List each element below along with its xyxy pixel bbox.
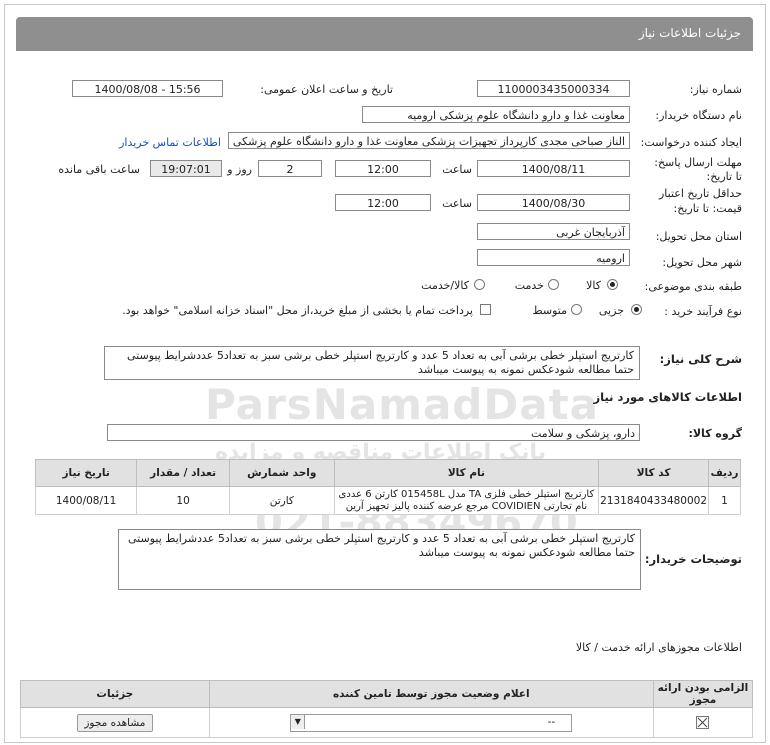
validity-time-field[interactable]: 12:00 xyxy=(335,194,431,211)
province-field[interactable]: آذربایجان غربی xyxy=(477,223,630,240)
permits-required-cell xyxy=(652,707,754,738)
buyer-contact-link[interactable]: اطلاعات تماس خریدار xyxy=(119,136,221,149)
validity-date-field[interactable]: 1400/08/30 xyxy=(477,194,630,211)
cross-icon xyxy=(698,717,708,728)
days-label: روز و xyxy=(227,163,252,176)
goods-row-index: 1 xyxy=(708,486,741,515)
reply-date-field[interactable]: 1400/08/11 xyxy=(477,160,630,177)
remaining-label: ساعت باقی مانده xyxy=(58,163,140,176)
goods-row-name-line1: کارتریج استپلر خطی فلزی TA مدل 015458L ک… xyxy=(338,488,595,500)
category-service-label: خدمت xyxy=(514,279,544,292)
announce-field[interactable]: 1400/08/08 - 15:56 xyxy=(72,80,223,97)
remaining-time-field: 19:07:01 xyxy=(150,160,222,177)
description-label: شرح کلی نیاز: xyxy=(659,352,742,366)
city-field[interactable]: ارومیه xyxy=(477,249,630,266)
category-service-radio[interactable] xyxy=(548,279,559,290)
permits-col-status: اعلام وضعیت مجوز توسط تامین کننده xyxy=(208,680,654,708)
category-goods-service-label: کالا/خدمت xyxy=(421,279,469,292)
goods-row-name: کارتریج استپلر خطی فلزی TA مدل 015458L ک… xyxy=(333,486,600,515)
permits-section-title: اطلاعات مجوزهای ارائه خدمت / کالا xyxy=(575,641,742,654)
buyer-org-label: نام دستگاه خریدار: xyxy=(655,109,742,122)
goods-group-label: گروه کالا: xyxy=(688,427,742,440)
goods-row-name-line2: نام تجارتی COVIDIEN مرجع عرضه کننده پالی… xyxy=(345,500,588,512)
buyer-notes-text: کارتریج استپلر خطی برشی آبی به تعداد 5 ع… xyxy=(118,529,641,590)
category-goods-service-radio[interactable] xyxy=(474,279,485,290)
days-field[interactable]: 2 xyxy=(258,160,322,177)
reply-time-field[interactable]: 12:00 xyxy=(335,160,431,177)
category-goods-label: کالا xyxy=(586,279,601,292)
page-title: جزئیات اطلاعات نیاز xyxy=(638,26,741,40)
goods-col-unit: واحد شمارش xyxy=(228,459,335,487)
permits-col-details: جزئیات xyxy=(20,680,210,708)
process-medium-radio[interactable] xyxy=(571,304,582,315)
reply-time-label: ساعت xyxy=(442,163,472,176)
permits-status-value: -- xyxy=(547,715,556,728)
goods-row-code: 2131840433480002 xyxy=(598,486,710,515)
need-number-field[interactable]: 1100003435000334 xyxy=(477,80,630,97)
category-label: طبقه بندی موضوعی: xyxy=(644,280,742,293)
goods-table-row[interactable]: 1 2131840433480002 کارتریج استپلر خطی فل… xyxy=(34,486,741,515)
permits-required-checkbox[interactable] xyxy=(696,716,710,729)
goods-row-date: 1400/08/11 xyxy=(34,486,138,515)
requester-field[interactable]: الناز صباحی مجدی کارپرداز تجهیزات پزشکی … xyxy=(228,132,630,149)
process-partial-label: جزیی xyxy=(598,304,624,317)
goods-col-index: ردیف xyxy=(708,459,741,487)
validity-label-1: حداقل تاریخ اعتبار xyxy=(658,187,742,200)
permits-status-select[interactable]: -- ▼ xyxy=(290,713,573,732)
goods-col-date: تاریخ نیاز xyxy=(34,459,138,487)
goods-row-qty: 10 xyxy=(136,486,230,515)
goods-row-unit: کارتن xyxy=(228,486,335,515)
goods-col-name: نام کالا xyxy=(333,459,600,487)
goods-table: ردیف کد کالا نام کالا واحد شمارش تعداد /… xyxy=(34,459,741,515)
process-partial-radio[interactable] xyxy=(631,304,642,315)
reply-deadline-label: مهلت ارسال پاسخ: تا تاریخ: xyxy=(654,156,742,183)
requester-label: ایجاد کننده درخواست: xyxy=(640,136,742,149)
treasury-payment-note: پرداخت تمام یا بخشی از مبلغ خرید،از محل … xyxy=(122,304,473,317)
buyer-org-field[interactable]: معاونت غذا و دارو دانشگاه علوم پزشکی ارو… xyxy=(362,106,630,123)
validity-time-label: ساعت xyxy=(442,197,472,210)
page-header: جزئیات اطلاعات نیاز xyxy=(16,17,753,51)
treasury-payment-checkbox[interactable] xyxy=(480,304,491,315)
goods-group-field[interactable]: دارو، پزشکی و سلامت xyxy=(107,424,640,441)
city-label: شهر محل تحویل: xyxy=(662,256,742,269)
permits-table: الزامی بودن ارائه مجوز اعلام وضعیت مجوز … xyxy=(20,680,754,738)
goods-col-qty: تعداد / مقدار xyxy=(136,459,230,487)
goods-section-title: اطلاعات کالاهای مورد نیاز xyxy=(593,390,742,404)
permits-table-row: -- ▼ مشاهده مجوز xyxy=(20,707,754,738)
permits-col-required: الزامی بودن ارائه مجوز xyxy=(652,680,754,708)
validity-label-2: قیمت: تا تاریخ: xyxy=(673,202,742,215)
description-text: کارتریج استپلر خطی برشی آبی به تعداد 5 ع… xyxy=(104,346,640,380)
process-label: نوع فرآیند خرید : xyxy=(664,305,742,318)
view-permit-button[interactable]: مشاهده مجوز xyxy=(76,713,153,732)
announce-label: تاریخ و ساعت اعلان عمومی: xyxy=(260,83,393,96)
goods-col-code: کد کالا xyxy=(598,459,710,487)
process-medium-label: متوسط xyxy=(532,304,567,317)
permits-details-cell: مشاهده مجوز xyxy=(20,707,210,738)
permits-status-cell: -- ▼ xyxy=(208,707,654,738)
chevron-down-icon[interactable]: ▼ xyxy=(291,714,306,729)
buyer-notes-label: توضیحات خریدار: xyxy=(644,552,742,566)
need-number-label: شماره نیاز: xyxy=(689,83,742,96)
province-label: استان محل تحویل: xyxy=(655,230,742,243)
category-goods-radio[interactable] xyxy=(607,279,618,290)
